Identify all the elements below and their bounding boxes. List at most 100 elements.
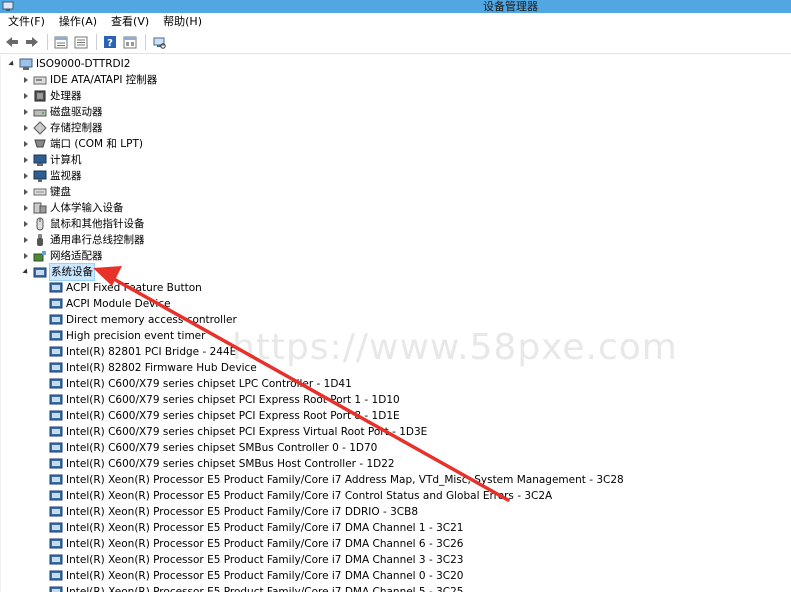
- view-icon[interactable]: [121, 33, 139, 51]
- device-icon: [49, 281, 63, 295]
- device-item[interactable]: ACPI Module Device: [49, 296, 171, 312]
- tree-category-disk-drive[interactable]: 磁盘驱动器: [21, 104, 103, 120]
- tree-category-monitor[interactable]: 监视器: [21, 168, 82, 184]
- expand-arrow-icon[interactable]: [21, 232, 31, 248]
- device-item[interactable]: Intel(R) Xeon(R) Processor E5 Product Fa…: [49, 488, 552, 504]
- menu-help[interactable]: 帮助(H): [159, 13, 206, 31]
- device-item[interactable]: Intel(R) Xeon(R) Processor E5 Product Fa…: [49, 584, 463, 592]
- usb-icon: [33, 233, 47, 247]
- category-label: 键盘: [50, 186, 71, 198]
- tree-category-storage-controller[interactable]: 存储控制器: [21, 120, 103, 136]
- tree-category-network-adapter[interactable]: 网络适配器: [21, 248, 103, 264]
- device-item[interactable]: Intel(R) Xeon(R) Processor E5 Product Fa…: [49, 568, 463, 584]
- list-icon[interactable]: [72, 33, 90, 51]
- category-label: 端口 (COM 和 LPT): [50, 138, 143, 150]
- device-tree[interactable]: ISO9000-DTTRDI2 IDE ATA/ATAPI 控制器 处理器 磁盘驱动…: [0, 55, 791, 592]
- scan-hardware-icon[interactable]: [150, 33, 168, 51]
- expand-arrow-icon[interactable]: [21, 216, 31, 232]
- device-label: Intel(R) Xeon(R) Processor E5 Product Fa…: [66, 474, 624, 486]
- device-item[interactable]: Intel(R) C600/X79 series chipset SMBus H…: [49, 456, 395, 472]
- tree-category-ide-controller[interactable]: IDE ATA/ATAPI 控制器: [21, 72, 157, 88]
- device-label: ACPI Fixed Feature Button: [66, 282, 202, 294]
- tree-category-computer[interactable]: 计算机: [21, 152, 82, 168]
- device-icon: [49, 361, 63, 375]
- expand-arrow-icon[interactable]: [21, 72, 31, 88]
- device-label: Intel(R) Xeon(R) Processor E5 Product Fa…: [66, 522, 464, 534]
- device-label: Intel(R) Xeon(R) Processor E5 Product Fa…: [66, 538, 464, 550]
- category-label: 存储控制器: [50, 122, 103, 134]
- tree-category-port[interactable]: 端口 (COM 和 LPT): [21, 136, 143, 152]
- expand-arrow-icon[interactable]: [21, 88, 31, 104]
- device-icon: [49, 505, 63, 519]
- device-item[interactable]: Intel(R) 82801 PCI Bridge - 244E: [49, 344, 236, 360]
- device-label: Intel(R) 82801 PCI Bridge - 244E: [66, 346, 237, 358]
- device-item[interactable]: ACPI Fixed Feature Button: [49, 280, 202, 296]
- device-item[interactable]: Intel(R) C600/X79 series chipset LPC Con…: [49, 376, 352, 392]
- device-item[interactable]: Intel(R) Xeon(R) Processor E5 Product Fa…: [49, 472, 624, 488]
- device-item[interactable]: Intel(R) Xeon(R) Processor E5 Product Fa…: [49, 504, 418, 520]
- device-label: ACPI Module Device: [66, 298, 171, 310]
- computer-icon: [33, 153, 47, 167]
- storage-controller-icon: [33, 121, 47, 135]
- device-item[interactable]: Intel(R) C600/X79 series chipset PCI Exp…: [49, 392, 400, 408]
- expand-arrow-icon[interactable]: [21, 168, 31, 184]
- expand-arrow-icon[interactable]: [21, 152, 31, 168]
- device-label: Intel(R) Xeon(R) Processor E5 Product Fa…: [66, 586, 464, 592]
- category-label: 网络适配器: [50, 250, 103, 262]
- tree-category-usb[interactable]: 通用串行总线控制器: [21, 232, 145, 248]
- computer-root-icon: [19, 57, 33, 71]
- device-item[interactable]: Intel(R) Xeon(R) Processor E5 Product Fa…: [49, 520, 463, 536]
- device-item[interactable]: Intel(R) Xeon(R) Processor E5 Product Fa…: [49, 536, 463, 552]
- device-icon: [49, 425, 63, 439]
- collapse-arrow-icon[interactable]: [7, 56, 17, 72]
- tree-category-keyboard[interactable]: 键盘: [21, 184, 71, 200]
- device-label: Intel(R) C600/X79 series chipset PCI Exp…: [66, 394, 400, 406]
- device-icon: [49, 489, 63, 503]
- properties-icon[interactable]: [52, 33, 70, 51]
- expand-arrow-icon[interactable]: [21, 184, 31, 200]
- expand-arrow-icon[interactable]: [21, 104, 31, 120]
- device-label: Intel(R) Xeon(R) Processor E5 Product Fa…: [66, 570, 464, 582]
- back-icon[interactable]: [3, 33, 21, 51]
- expand-arrow-icon[interactable]: [21, 248, 31, 264]
- port-icon: [33, 137, 47, 151]
- tree-category-processor[interactable]: 处理器: [21, 88, 82, 104]
- device-item[interactable]: Intel(R) C600/X79 series chipset PCI Exp…: [49, 424, 427, 440]
- device-item[interactable]: Direct memory access controller: [49, 312, 237, 328]
- menu-view[interactable]: 查看(V): [107, 13, 153, 31]
- tree-category-system-devices[interactable]: 系统设备: [21, 263, 95, 281]
- network-adapter-icon: [33, 249, 47, 263]
- category-label: 计算机: [50, 154, 82, 166]
- device-item[interactable]: High precision event timer: [49, 328, 205, 344]
- tree-category-hid[interactable]: 人体学输入设备: [21, 200, 124, 216]
- toolbar-separator: [96, 34, 97, 50]
- tree-category-mouse[interactable]: 鼠标和其他指针设备: [21, 216, 145, 232]
- menu-file[interactable]: 文件(F): [4, 13, 49, 31]
- device-item[interactable]: Intel(R) 82802 Firmware Hub Device: [49, 360, 257, 376]
- expand-arrow-icon[interactable]: [21, 136, 31, 152]
- menu-action[interactable]: 操作(A): [55, 13, 101, 31]
- device-icon: [49, 377, 63, 391]
- device-label: Intel(R) Xeon(R) Processor E5 Product Fa…: [66, 490, 553, 502]
- device-icon: [49, 409, 63, 423]
- device-item[interactable]: Intel(R) C600/X79 series chipset PCI Exp…: [49, 408, 400, 424]
- forward-icon[interactable]: [23, 33, 41, 51]
- monitor-icon: [33, 169, 47, 183]
- collapse-arrow-icon[interactable]: [21, 264, 31, 280]
- expand-arrow-icon[interactable]: [21, 200, 31, 216]
- toolbar-separator: [47, 34, 48, 50]
- device-label: Intel(R) C600/X79 series chipset PCI Exp…: [66, 410, 400, 422]
- help-icon[interactable]: ?: [101, 33, 119, 51]
- device-item[interactable]: Intel(R) C600/X79 series chipset SMBus C…: [49, 440, 377, 456]
- window-title: 设备管理器: [483, 0, 538, 13]
- category-label: 人体学输入设备: [50, 202, 124, 214]
- device-icon: [49, 393, 63, 407]
- menu-bar: 文件(F) 操作(A) 查看(V) 帮助(H): [0, 13, 791, 31]
- device-item[interactable]: Intel(R) Xeon(R) Processor E5 Product Fa…: [49, 552, 463, 568]
- device-icon: [49, 441, 63, 455]
- title-bar: 设备管理器: [0, 0, 791, 13]
- expand-arrow-icon[interactable]: [21, 120, 31, 136]
- tree-root[interactable]: ISO9000-DTTRDI2: [7, 56, 130, 72]
- device-icon: [49, 585, 63, 592]
- category-label: 通用串行总线控制器: [50, 234, 145, 246]
